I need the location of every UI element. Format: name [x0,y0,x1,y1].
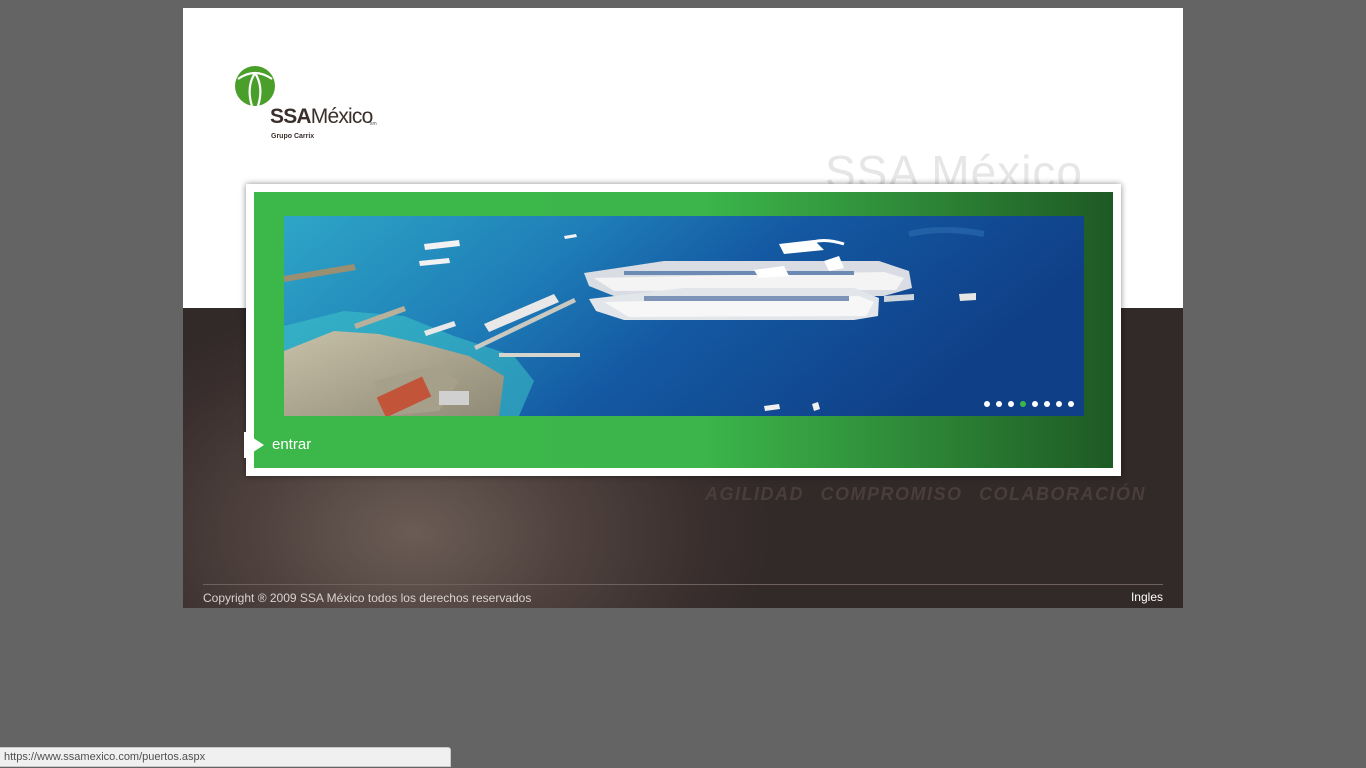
slider-dot[interactable] [1032,401,1038,407]
banner-frame: entrar [244,184,1121,476]
slider-dot[interactable] [1008,401,1014,407]
brand-name-regular: México [310,105,374,128]
language-link[interactable]: Ingles [1131,590,1163,604]
enter-link[interactable]: entrar [272,436,311,453]
cruise-port-image [284,216,1084,416]
brand-subtitle: Grupo Carrix [271,133,315,140]
copyright-text: Copyright ® 2009 SSA México todos los de… [203,591,532,605]
banner-panel: entrar [244,192,1113,468]
slider-dot[interactable] [1044,401,1050,407]
globe-logo-icon [235,66,275,107]
port-photo[interactable] [284,216,1084,416]
ssa-mexico-logo[interactable]: SSAMéxico sm Grupo Carrix [234,65,394,145]
status-url: https://www.ssamexico.com/puertos.aspx [4,751,206,763]
slider-dot[interactable] [996,401,1002,407]
slider-dot[interactable] [1068,401,1074,407]
slider-dot[interactable] [1056,401,1062,407]
slider-pagination [984,401,1074,407]
brand-name-bold: SSA [270,105,312,128]
browser-status-bar: https://www.ssamexico.com/puertos.aspx [0,747,451,767]
slider-dot-active[interactable] [1020,401,1026,407]
slider-dot[interactable] [984,401,990,407]
brand-name: SSAMéxico [270,105,373,129]
page-container: SSAMéxico sm Grupo Carrix SSA México ent… [183,8,1183,608]
trademark-mark: sm [370,121,377,127]
enter-arrow-icon [244,432,264,458]
slogan: AGILIDAD COMPROMISO COLABORACIÓN [705,484,1146,504]
footer-divider [203,584,1163,585]
